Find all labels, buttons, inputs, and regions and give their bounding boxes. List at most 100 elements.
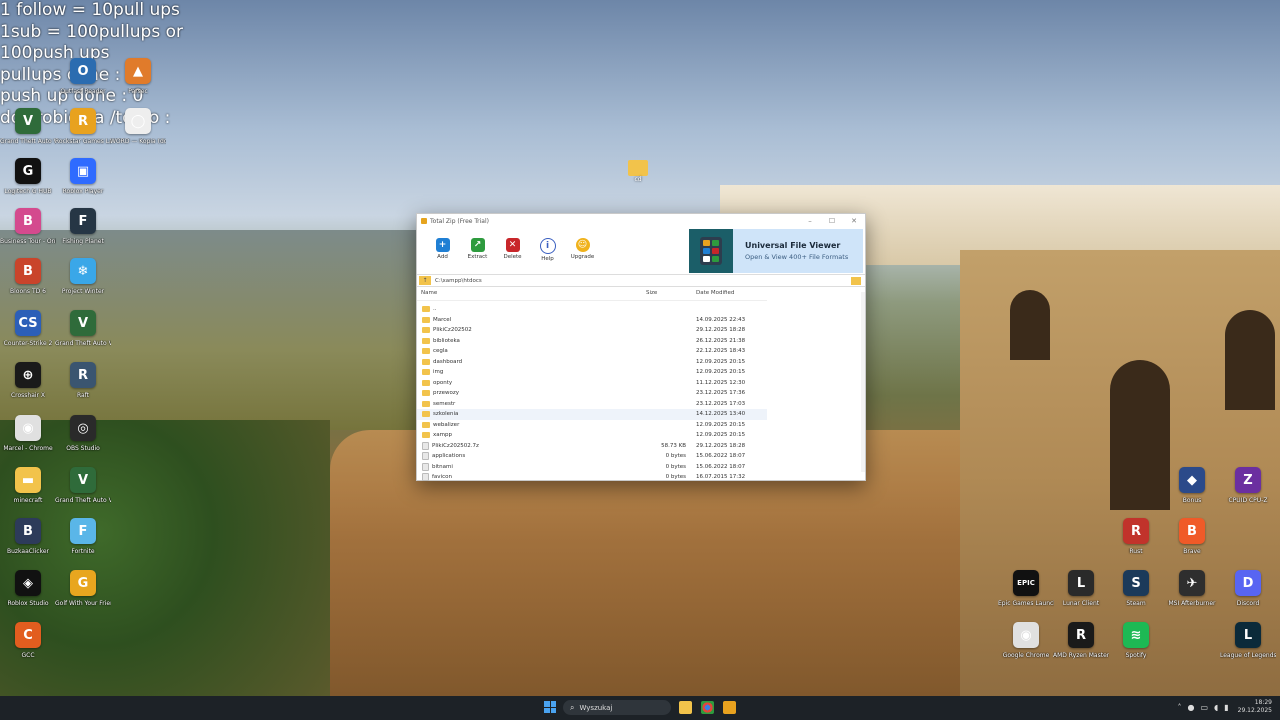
- toolbar-button-delete[interactable]: ✕ Delete: [495, 238, 530, 260]
- desktop-icon[interactable]: C GCC: [0, 622, 56, 659]
- desktop-icon[interactable]: L League of Legends: [1220, 622, 1276, 659]
- desktop-icon[interactable]: S Steam: [1108, 570, 1164, 607]
- bridge-arch: [1010, 290, 1050, 360]
- current-path[interactable]: C:\xampp\htdocs: [435, 278, 482, 284]
- volume-icon[interactable]: ◖: [1214, 703, 1218, 712]
- desktop-icon[interactable]: V Grand Theft Auto V Enhanced: [55, 467, 111, 504]
- battery-icon[interactable]: ▮: [1224, 703, 1228, 712]
- file-row[interactable]: bitnami 0 bytes 15.06.2022 18:07: [417, 462, 767, 473]
- desktop-icon[interactable]: R Raft: [55, 362, 111, 399]
- desktop-icon[interactable]: R Rust: [1108, 518, 1164, 555]
- overlay-line: 1 follow = 10pull ups: [0, 0, 180, 20]
- desktop-icon[interactable]: G Logitech G HUB: [0, 158, 56, 195]
- desktop-icon[interactable]: ▣ Roblox Player: [55, 158, 111, 195]
- desktop-icon[interactable]: L Lunar Client: [1053, 570, 1109, 607]
- file-row[interactable]: oponty 11.12.2025 12:30: [417, 378, 767, 389]
- toolbar-button-extract[interactable]: ↗ Extract: [460, 238, 495, 260]
- desktop-icon[interactable]: ❄ Project Winter: [55, 258, 111, 295]
- file-row[interactable]: applications 0 bytes 15.06.2022 18:07: [417, 451, 767, 462]
- desktop-icon[interactable]: B Business Tour - Online Multipla...: [0, 208, 56, 245]
- desktop-icon[interactable]: R Rockstar Games Launcher: [55, 108, 111, 145]
- file-row[interactable]: favicon 0 bytes 16.07.2015 17:32: [417, 472, 767, 483]
- total-zip-taskbar-icon[interactable]: [723, 701, 736, 714]
- desktop-icon[interactable]: ▬ minecraft: [0, 467, 56, 504]
- close-icon[interactable]: ✕: [843, 217, 865, 225]
- column-name[interactable]: Name: [417, 290, 642, 300]
- folder-icon: [422, 390, 430, 397]
- maximize-icon[interactable]: ☐: [821, 217, 843, 225]
- desktop-icon[interactable]: V Grand Theft Auto V Legacy: [55, 310, 111, 347]
- file-row[interactable]: cegla 22.12.2025 18:43: [417, 346, 767, 357]
- taskbar: ⌕ Wyszukaj ˄ ● ▭ ◖ ▮ 18:29 29.12.2025: [0, 696, 1280, 720]
- desktop-icon[interactable]: ◎ OBS Studio: [55, 415, 111, 452]
- scrollbar[interactable]: [861, 292, 865, 472]
- file-row[interactable]: szkolenia 14.12.2025 13:40: [417, 409, 767, 420]
- file-row[interactable]: webalizer 12.09.2025 20:15: [417, 420, 767, 431]
- desktop-icon[interactable]: ◉ Google Chrome: [998, 622, 1054, 659]
- browse-folder-icon[interactable]: [851, 276, 861, 285]
- file-row[interactable]: xampp 12.09.2025 20:15: [417, 430, 767, 441]
- desktop-icon[interactable]: Z CPUID CPU-Z: [1220, 467, 1276, 504]
- chevron-up-icon[interactable]: ˄: [1177, 703, 1181, 712]
- file-row[interactable]: semestr 23.12.2025 17:03: [417, 399, 767, 410]
- desktop-icon[interactable]: ≋ Spotify: [1108, 622, 1164, 659]
- file-row[interactable]: dashboard 12.09.2025 20:15: [417, 357, 767, 368]
- desktop-icon[interactable]: B Bloons TD 6: [0, 258, 56, 295]
- toolbar-button-add[interactable]: + Add: [425, 238, 460, 260]
- desktop-icon[interactable]: G Golf With Your Friends: [55, 570, 111, 607]
- file-row[interactable]: Marcel 14.09.2025 22:43: [417, 315, 767, 326]
- app-icon: L: [1235, 622, 1261, 648]
- desktop-icon[interactable]: F Fishing Planet: [55, 208, 111, 245]
- desktop-icon-label: BuzkaaClicker: [6, 548, 50, 555]
- file-name: semestr: [433, 400, 456, 407]
- desktop-icon[interactable]: V Grand Theft Auto V: [0, 108, 56, 145]
- desktop-icon[interactable]: R AMD Ryzen Master: [1053, 622, 1109, 659]
- desktop-icon[interactable]: D Discord: [1220, 570, 1276, 607]
- desktop-icon[interactable]: ⊕ Crosshair X: [0, 362, 56, 399]
- desktop-icon[interactable]: CS Counter-Strike 2: [0, 310, 56, 347]
- mic-icon[interactable]: ●: [1187, 703, 1194, 712]
- network-icon[interactable]: ▭: [1200, 703, 1208, 712]
- toolbar-button-help[interactable]: i Help: [530, 238, 565, 262]
- start-button[interactable]: [544, 701, 556, 713]
- file-row[interactable]: biblioteka 26.12.2025 21:38: [417, 336, 767, 347]
- desktop-icon[interactable]: ▲ Parsec: [110, 58, 166, 95]
- desktop-icon[interactable]: ◈ Roblox Studio: [0, 570, 56, 607]
- toolbar-button-label: Extract: [467, 254, 488, 260]
- file-row[interactable]: ..: [417, 304, 767, 315]
- desktop-icon[interactable]: ✈ MSI Afterburner: [1164, 570, 1220, 607]
- toolbar-button-upgrade[interactable]: ☺ Upgrade: [565, 238, 600, 260]
- file-row[interactable]: img 12.09.2025 20:15: [417, 367, 767, 378]
- desktop-icon[interactable]: O Outfast Reader: [55, 58, 111, 95]
- file-row[interactable]: przewozy 23.12.2025 17:36: [417, 388, 767, 399]
- desktop-icon[interactable]: ◉ Marcel - Chrome: [0, 415, 56, 452]
- file-row[interactable]: PlikiCz202502 29.12.2025 18:28: [417, 325, 767, 336]
- file-size: 0 bytes: [665, 453, 686, 460]
- desktop-icon[interactable]: B BuzkaaClicker: [0, 518, 56, 555]
- clock[interactable]: 18:29 29.12.2025: [1238, 699, 1272, 715]
- file-date: 12.09.2025 20:15: [696, 421, 746, 428]
- desktop-icon[interactable]: ◯ WORD — Kopia (do) — Kopia — Kopia ...: [110, 108, 166, 145]
- desktop-icon[interactable]: ◆ Bonus: [1164, 467, 1220, 504]
- file-name: applications: [432, 453, 466, 460]
- taskbar-search[interactable]: ⌕ Wyszukaj: [563, 700, 671, 715]
- desktop-icon-label: Brave: [1183, 548, 1201, 555]
- desktop-icon-label: Rockstar Games Launcher: [55, 138, 111, 145]
- app-icon: V: [70, 310, 96, 336]
- column-size[interactable]: Size: [642, 290, 692, 300]
- file-row[interactable]: PlikiCz202502.7z 58.73 KB 29.12.2025 18:28: [417, 441, 767, 452]
- file-explorer-icon[interactable]: [679, 701, 692, 714]
- up-folder-icon[interactable]: ↑: [419, 276, 431, 285]
- desktop-icon[interactable]: EPIC Epic Games Launcher: [998, 570, 1054, 607]
- desktop-icon[interactable]: F Fortnite: [55, 518, 111, 555]
- desktop-folder[interactable]: cd: [625, 160, 651, 183]
- title-bar[interactable]: Total Zip (Free Trial) – ☐ ✕: [417, 214, 865, 228]
- desktop-icon[interactable]: B Brave: [1164, 518, 1220, 555]
- path-bar[interactable]: ↑ C:\xampp\htdocs: [417, 274, 865, 287]
- ad-banner[interactable]: Universal File Viewer Open & View 400+ F…: [689, 229, 863, 273]
- minimize-icon[interactable]: –: [799, 217, 821, 225]
- column-date[interactable]: Date Modified: [692, 290, 767, 300]
- total-zip-window[interactable]: Total Zip (Free Trial) – ☐ ✕ + Add ↗ Extrac…: [416, 213, 866, 483]
- chrome-icon[interactable]: [701, 701, 714, 714]
- desktop-icon-label: Roblox Studio: [7, 600, 49, 607]
